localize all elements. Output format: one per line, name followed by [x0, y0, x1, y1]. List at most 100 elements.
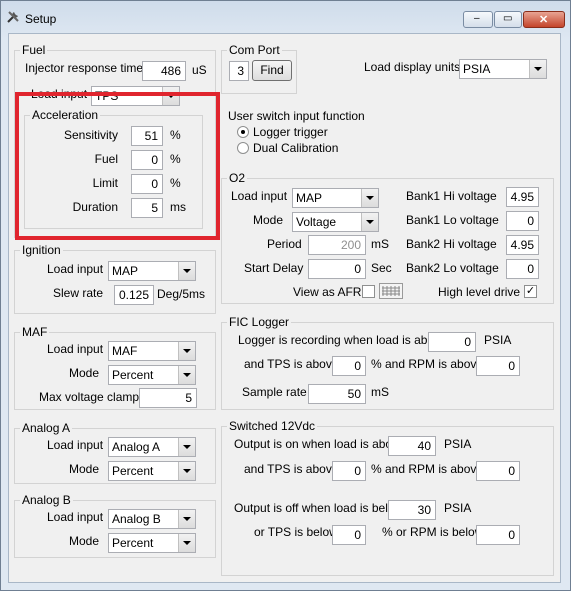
high-level-drive-checkbox[interactable]: ✓	[524, 285, 537, 298]
off-tps-input[interactable]: 0	[332, 525, 366, 545]
logger-trigger-radio[interactable]	[237, 126, 249, 138]
analog-a-group: Analog A Load input Analog A Mode Percen…	[14, 421, 216, 484]
tools-icon	[7, 11, 19, 23]
fuel-group-title: Fuel	[20, 43, 48, 57]
minimize-icon: –	[474, 13, 480, 24]
analog-a-mode-value: Percent	[112, 464, 154, 478]
analog-a-mode-label: Mode	[69, 462, 100, 476]
chevron-down-icon	[361, 213, 378, 231]
slew-rate-unit: Deg/5ms	[157, 287, 206, 301]
grid-icon[interactable]	[379, 283, 403, 299]
ignition-load-input-select[interactable]: MAP	[108, 261, 196, 281]
dual-calibration-label: Dual Calibration	[253, 141, 339, 155]
analog-b-mode-label: Mode	[69, 534, 100, 548]
fic-tps-unit: %	[371, 357, 382, 371]
fic-rpm-input[interactable]: 0	[476, 356, 520, 376]
maf-mode-select[interactable]: Percent	[108, 365, 196, 385]
analog-a-load-input-value: Analog A	[112, 440, 161, 454]
fic-logger-group-title: FIC Logger	[227, 315, 292, 329]
analog-b-mode-value: Percent	[112, 536, 154, 550]
com-port-group-title: Com Port	[227, 43, 282, 57]
fic-logger-group: FIC Logger Logger is recording when load…	[221, 315, 554, 410]
fic-load-input[interactable]: 0	[428, 332, 476, 352]
dual-calibration-radio[interactable]	[237, 142, 249, 154]
period-input[interactable]: 200	[308, 235, 366, 255]
analog-b-mode-select[interactable]: Percent	[108, 533, 196, 553]
window-title: Setup	[25, 12, 57, 26]
ignition-load-input-value: MAP	[112, 264, 139, 278]
user-switch-title: User switch input function	[228, 109, 365, 123]
on-tps-input[interactable]: 0	[332, 461, 366, 481]
maximize-button[interactable]: ▭	[494, 11, 522, 28]
com-port-group: Com Port 3 Find	[221, 43, 297, 94]
view-afr-checkbox[interactable]	[362, 285, 375, 298]
on-load-input[interactable]: 40	[388, 436, 436, 456]
maximize-icon: ▭	[503, 13, 513, 24]
bank2-hi-label: Bank2 Hi voltage	[406, 237, 497, 251]
maf-group-title: MAF	[20, 325, 50, 339]
o2-load-input-select[interactable]: MAP	[292, 188, 379, 208]
o2-mode-label: Mode	[253, 213, 284, 227]
maf-load-input-label: Load input	[47, 342, 104, 356]
bank1-hi-input[interactable]: 4.95	[506, 187, 539, 207]
on-load-label: Output is on when load is above	[234, 437, 405, 451]
close-icon: ✕	[539, 14, 549, 26]
period-unit: mS	[371, 237, 389, 251]
off-tps-label: or TPS is below	[254, 525, 338, 539]
bank2-hi-input[interactable]: 4.95	[506, 235, 539, 255]
bank2-lo-input[interactable]: 0	[506, 259, 539, 279]
on-rpm-input[interactable]: 0	[476, 461, 520, 481]
bank1-lo-label: Bank1 Lo voltage	[406, 213, 499, 227]
off-tps-unit: %	[382, 525, 393, 539]
load-display-units-label: Load display units	[364, 60, 461, 74]
logger-trigger-label: Logger trigger	[253, 125, 328, 139]
analog-a-mode-select[interactable]: Percent	[108, 461, 196, 481]
analog-b-group: Analog B Load input Analog B Mode Percen…	[14, 493, 216, 558]
max-voltage-clamp-input[interactable]: 5	[139, 388, 197, 408]
o2-load-input-value: MAP	[296, 191, 323, 205]
analog-b-load-input-select[interactable]: Analog B	[108, 509, 196, 529]
com-port-input[interactable]: 3	[229, 61, 249, 81]
load-display-units-select[interactable]: PSIA	[459, 59, 547, 79]
fic-rpm-label: and RPM is above	[385, 357, 484, 371]
slew-rate-label: Slew rate	[53, 286, 104, 300]
max-voltage-clamp-label: Max voltage clamp	[39, 390, 140, 404]
maf-mode-value: Percent	[112, 368, 154, 382]
find-button[interactable]: Find	[252, 60, 292, 81]
analog-b-load-input-label: Load input	[47, 510, 104, 524]
close-button[interactable]: ✕	[523, 11, 565, 28]
off-rpm-input[interactable]: 0	[476, 525, 520, 545]
minimize-button[interactable]: –	[463, 11, 493, 28]
off-load-input[interactable]: 30	[388, 500, 436, 520]
off-rpm-label: or RPM is below	[396, 525, 484, 539]
injector-unit: uS	[192, 63, 207, 77]
chevron-down-icon	[178, 262, 195, 280]
bank2-lo-label: Bank2 Lo voltage	[406, 261, 499, 275]
chevron-down-icon	[178, 534, 195, 552]
off-load-label: Output is off when load is below	[234, 501, 404, 515]
slew-rate-input[interactable]: 0.125	[114, 285, 154, 305]
maf-mode-label: Mode	[69, 366, 100, 380]
o2-group-title: O2	[227, 171, 248, 185]
fic-load-label: Logger is recording when load is above	[238, 333, 447, 347]
bank1-lo-input[interactable]: 0	[506, 211, 539, 231]
maf-load-input-value: MAF	[112, 344, 138, 358]
analog-a-load-input-select[interactable]: Analog A	[108, 437, 196, 457]
fic-tps-label: and TPS is above	[244, 357, 339, 371]
fic-load-unit: PSIA	[484, 333, 512, 347]
injector-label: Injector response time	[25, 61, 144, 75]
on-load-unit: PSIA	[444, 437, 472, 451]
o2-mode-select[interactable]: Voltage	[292, 212, 379, 232]
fic-tps-input[interactable]: 0	[332, 356, 366, 376]
title-bar[interactable]: Setup – ▭ ✕	[1, 1, 570, 33]
o2-load-input-label: Load input	[231, 189, 288, 203]
analog-b-load-input-value: Analog B	[112, 512, 161, 526]
analog-a-load-input-label: Load input	[47, 438, 104, 452]
start-delay-input[interactable]: 0	[308, 259, 366, 279]
on-tps-label: and TPS is above	[244, 462, 339, 476]
sample-rate-label: Sample rate	[242, 385, 307, 399]
sample-rate-input[interactable]: 50	[308, 384, 366, 404]
ignition-group: Ignition Load input MAP Slew rate 0.125 …	[14, 243, 216, 314]
maf-load-input-select[interactable]: MAF	[108, 341, 196, 361]
injector-input[interactable]: 486	[142, 61, 186, 81]
